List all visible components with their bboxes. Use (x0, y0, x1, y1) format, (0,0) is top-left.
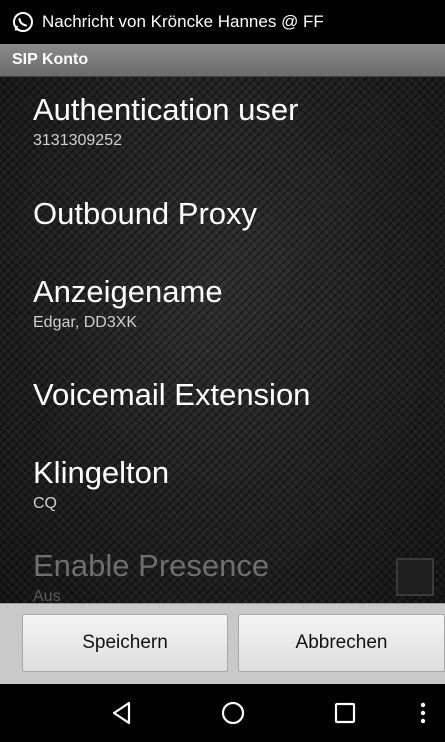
pref-title: Outbound Proxy (33, 196, 258, 231)
pref-title: Enable Presence (33, 548, 270, 583)
pref-summary: 3131309252 (33, 132, 122, 149)
status-bar: Nachricht von Kröncke Hannes @ FF (0, 0, 445, 44)
title-bar: SIP Konto (0, 44, 445, 77)
pref-klingelton[interactable]: Klingelton CQ (33, 454, 445, 514)
back-icon[interactable] (107, 698, 137, 728)
pref-anzeigename[interactable]: Anzeigename Edgar, DD3XK (33, 273, 445, 333)
pref-outbound-proxy[interactable]: Outbound Proxy (33, 195, 445, 233)
pref-title: Authentication user (33, 92, 299, 127)
page-title: SIP Konto (12, 51, 89, 68)
home-icon[interactable] (218, 698, 248, 728)
pref-enable-presence[interactable]: Enable Presence Aus (33, 547, 445, 603)
save-button[interactable]: Speichern (22, 614, 228, 672)
pref-summary: Aus (33, 588, 61, 603)
cancel-button[interactable]: Abbrechen (238, 614, 445, 672)
pref-authentication-user[interactable]: Authentication user 3131309252 (33, 91, 445, 151)
notification-text: Nachricht von Kröncke Hannes @ FF (42, 12, 324, 31)
preferences-list[interactable]: Authentication user 3131309252 Outbound … (0, 77, 445, 603)
recents-icon[interactable] (330, 698, 360, 728)
pref-summary: Edgar, DD3XK (33, 314, 138, 331)
navigation-bar (0, 684, 445, 742)
pref-title: Voicemail Extension (33, 377, 311, 412)
enable-presence-checkbox[interactable] (396, 558, 434, 596)
whatsapp-icon (12, 11, 34, 33)
pref-voicemail-extension[interactable]: Voicemail Extension (33, 376, 445, 414)
button-bar: Speichern Abbrechen (0, 603, 445, 684)
pref-title: Anzeigename (33, 274, 223, 309)
overflow-menu-icon[interactable] (413, 698, 433, 728)
pref-title: Klingelton (33, 455, 170, 490)
pref-summary: CQ (33, 495, 57, 512)
